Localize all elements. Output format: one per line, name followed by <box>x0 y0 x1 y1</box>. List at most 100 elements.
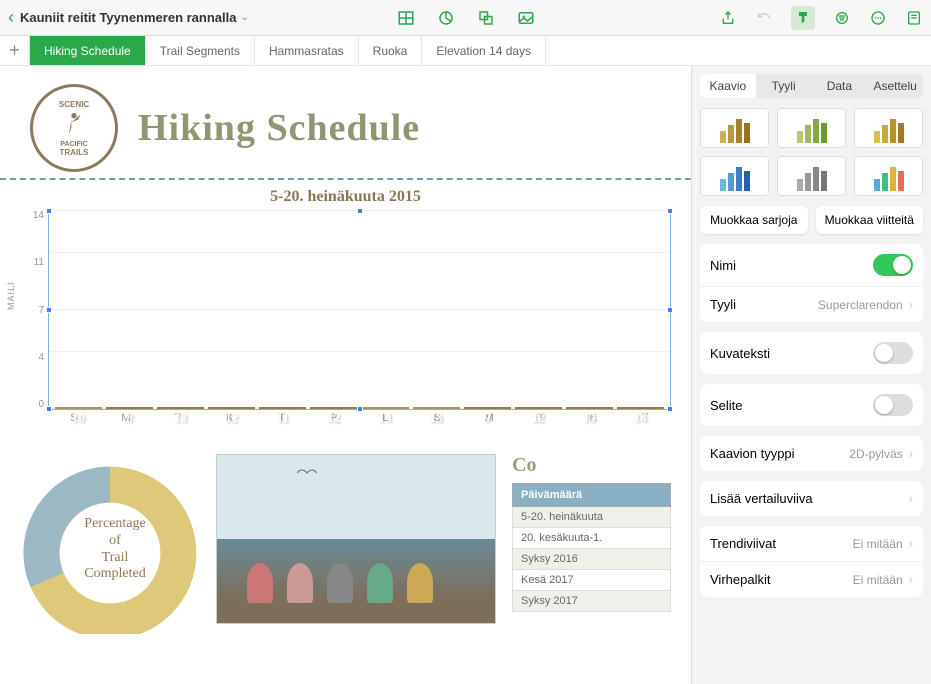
toggle-caption[interactable] <box>873 342 913 364</box>
bar-value-label: 14 <box>379 410 392 426</box>
toggle-legend[interactable] <box>873 394 913 416</box>
bar[interactable]: 14 <box>617 407 664 409</box>
row-chart-type[interactable]: Kaavion tyyppi 2D-pylväs › <box>700 436 923 471</box>
inspector-tab[interactable]: Asettelu <box>867 74 923 98</box>
page-title[interactable]: Hiking Schedule <box>138 106 420 150</box>
row-error-bars[interactable]: Virhepalkit Ei mitään› <box>700 562 923 597</box>
chevron-right-icon: › <box>909 572 913 587</box>
label-chart-type: Kaavion tyyppi <box>710 446 795 461</box>
shape-icon[interactable] <box>477 9 495 27</box>
table-icon[interactable] <box>397 9 415 27</box>
bar-value-label: 12 <box>327 410 340 426</box>
toggle-name[interactable] <box>873 254 913 276</box>
label-style: Tyyli <box>710 297 736 312</box>
photo[interactable] <box>216 454 496 624</box>
chevron-right-icon: › <box>909 446 913 461</box>
more-icon[interactable] <box>869 9 887 27</box>
bar-value-label: 11 <box>277 410 289 426</box>
chart-style-swatch[interactable] <box>700 156 769 196</box>
donut-chart[interactable]: PercentageofTrailCompleted <box>20 454 200 639</box>
sheet-tab[interactable]: Ruoka <box>359 36 423 65</box>
logo-text-bottom: TRAILS <box>60 148 89 157</box>
bar[interactable]: 12 <box>208 407 255 409</box>
back-chevron-icon[interactable]: ‹ <box>8 7 14 28</box>
table-row[interactable]: 20. kesäkuuta-1. <box>512 528 671 549</box>
app-toolbar: ‹ Kauniit reitit Tyynenmeren rannalla ⌄ <box>0 0 931 36</box>
table-row[interactable]: 5-20. heinäkuuta <box>512 507 671 528</box>
bar-chart[interactable]: 10 8 13 12 11 12 14 13 9 12 13 14 <box>48 210 671 410</box>
value-trendlines: Ei mitään <box>853 537 903 551</box>
bar[interactable]: 12 <box>310 407 357 409</box>
label-caption: Kuvateksti <box>710 346 770 361</box>
bar-value-label: 13 <box>174 410 187 426</box>
sheet-tab[interactable]: Elevation 14 days <box>422 36 546 65</box>
label-name: Nimi <box>710 258 736 273</box>
value-error-bars: Ei mitään <box>853 573 903 587</box>
chart-title[interactable]: 5-20. heinäkuuta 2015 <box>0 188 691 206</box>
bar[interactable]: 8 <box>106 407 153 409</box>
chart-style-swatch[interactable] <box>700 108 769 148</box>
chevron-right-icon: › <box>909 297 913 312</box>
table-row[interactable]: Syksy 2017 <box>512 591 671 612</box>
bar[interactable]: 14 <box>361 407 408 409</box>
bar-value-label: 13 <box>430 410 443 426</box>
bird-icon <box>297 467 317 479</box>
x-axis-labels: SMTKTPLSMTKT <box>48 412 671 424</box>
canvas[interactable]: SCENIC PACIFIC TRAILS Hiking Schedule 5-… <box>0 66 691 684</box>
bar[interactable]: 10 <box>55 407 102 409</box>
value-style: Superclarendon <box>818 298 903 312</box>
share-icon[interactable] <box>719 9 737 27</box>
bar-value-label: 12 <box>225 410 238 426</box>
hiker-icon <box>58 109 90 141</box>
logo-badge: SCENIC PACIFIC TRAILS <box>30 84 118 172</box>
sheet-tab[interactable]: Hammasratas <box>255 36 359 65</box>
bar[interactable]: 13 <box>413 407 460 409</box>
insert-cell-icon[interactable] <box>905 9 923 27</box>
inspector-tab[interactable]: Kaavio <box>700 74 756 98</box>
row-add-reference-line[interactable]: Lisää vertailuviiva › <box>700 481 923 516</box>
title-dropdown-icon[interactable]: ⌄ <box>240 12 248 23</box>
label-trendlines: Trendiviivat <box>710 536 776 551</box>
chart-style-swatch[interactable] <box>854 108 923 148</box>
bar[interactable]: 9 <box>464 407 511 409</box>
sheet-tab[interactable]: Trail Segments <box>146 36 255 65</box>
bar-value-label: 13 <box>583 410 596 426</box>
undo-icon[interactable] <box>755 9 773 27</box>
inspector-tabs: KaavioTyyliDataAsettelu <box>700 74 923 98</box>
label-legend: Selite <box>710 398 743 413</box>
bar-value-label: 10 <box>72 410 85 426</box>
organize-icon[interactable] <box>833 9 851 27</box>
format-inspector: KaavioTyyliDataAsettelu Muokkaa sarjoja … <box>691 66 931 684</box>
bar[interactable]: 11 <box>259 407 306 409</box>
edit-series-button[interactable]: Muokkaa sarjoja <box>700 206 808 234</box>
row-caption: Kuvateksti <box>700 332 923 374</box>
bar-value-label: 9 <box>484 410 491 426</box>
chart-style-swatch[interactable] <box>777 156 846 196</box>
row-trendlines[interactable]: Trendiviivat Ei mitään › <box>700 526 923 562</box>
chart-style-grid <box>700 108 923 196</box>
inspector-tab[interactable]: Tyyli <box>756 74 812 98</box>
bar[interactable]: 13 <box>157 407 204 409</box>
add-sheet-button[interactable]: + <box>0 36 30 65</box>
table-row[interactable]: Kesä 2017 <box>512 570 671 591</box>
document-title[interactable]: Kauniit reitit Tyynenmeren rannalla <box>20 10 236 25</box>
media-icon[interactable] <box>517 9 535 27</box>
chart-style-swatch[interactable] <box>777 108 846 148</box>
chart-style-swatch[interactable] <box>854 156 923 196</box>
sheet-tab[interactable]: Hiking Schedule <box>30 36 146 65</box>
logo-text-mid: PACIFIC <box>60 141 87 148</box>
bar[interactable]: 12 <box>515 407 562 409</box>
edit-references-button[interactable]: Muokkaa viitteitä <box>816 206 924 234</box>
logo-text-top: SCENIC <box>59 100 89 109</box>
value-chart-type: 2D-pylväs <box>849 447 902 461</box>
table-row[interactable]: Syksy 2016 <box>512 549 671 570</box>
inspector-tab[interactable]: Data <box>812 74 868 98</box>
bar[interactable]: 13 <box>566 407 613 409</box>
y-axis-title: MAILI <box>6 281 16 310</box>
table-preview[interactable]: Co Päivämäärä 5-20. heinäkuuta20. kesäku… <box>512 454 671 639</box>
format-brush-icon[interactable] <box>791 6 815 30</box>
chevron-right-icon: › <box>909 536 913 551</box>
row-style[interactable]: Tyyli Superclarendon › <box>700 287 923 322</box>
chart-icon[interactable] <box>437 9 455 27</box>
y-axis: 1411740 <box>26 210 44 410</box>
